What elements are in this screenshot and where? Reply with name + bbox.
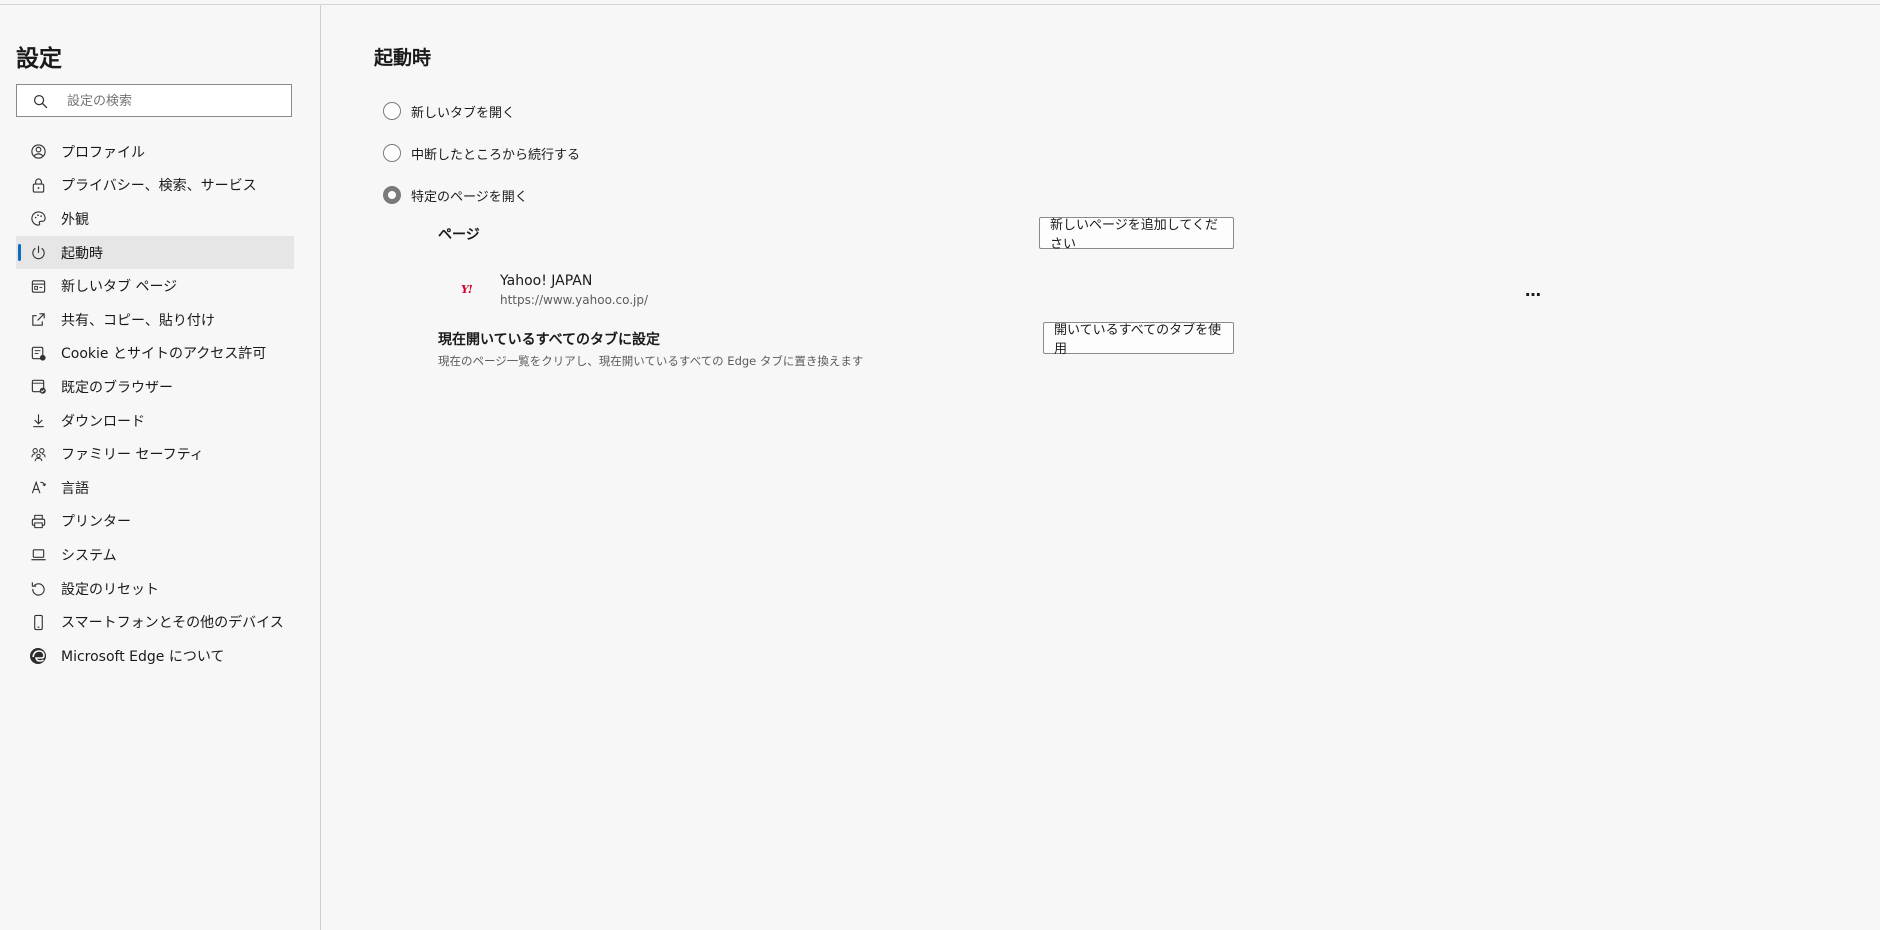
sidebar-item-cookies[interactable]: Cookie とサイトのアクセス許可	[16, 337, 294, 371]
sidebar-item-label: 共有、コピー、貼り付け	[61, 312, 215, 329]
new-tab-page-icon	[29, 277, 47, 295]
pages-section-label: ページ	[438, 227, 480, 243]
search-icon	[33, 94, 48, 109]
reset-icon	[29, 580, 47, 598]
page-name: Yahoo! JAPAN	[500, 273, 593, 289]
lock-icon	[29, 176, 47, 194]
radio-button-checked[interactable]	[383, 186, 401, 204]
sidebar-item-label: Microsoft Edge について	[61, 648, 225, 665]
laptop-icon	[29, 546, 47, 564]
add-page-button[interactable]: 新しいページを追加してください	[1039, 217, 1234, 252]
sidebar-item-languages[interactable]: 言語	[16, 471, 294, 505]
sidebar-item-label: プロファイル	[61, 144, 145, 161]
page-list-item: Y! Yahoo! JAPAN https://www.yahoo.co.jp/…	[461, 265, 1551, 309]
sidebar-item-privacy[interactable]: プライバシー、検索、サービス	[16, 169, 294, 203]
page-url: https://www.yahoo.co.jp/	[500, 293, 649, 307]
palette-icon	[29, 210, 47, 228]
sidebar-item-reset-settings[interactable]: 設定のリセット	[16, 572, 294, 606]
sidebar-item-label: プライバシー、検索、サービス	[61, 178, 257, 195]
family-icon	[29, 445, 47, 463]
sidebar-item-profile[interactable]: プロファイル	[16, 135, 294, 169]
settings-main-panel: 起動時 新しいタブを開く 中断したところから続行する 特定のページを開く ページ…	[321, 5, 1880, 930]
sidebar-item-default-browser[interactable]: 既定のブラウザー	[16, 370, 294, 404]
sidebar-item-downloads[interactable]: ダウンロード	[16, 404, 294, 438]
cookie-permissions-icon	[29, 344, 47, 362]
settings-search-input[interactable]	[65, 88, 289, 114]
radio-label: 中断したところから続行する	[411, 147, 581, 163]
sidebar-item-printers[interactable]: プリンター	[16, 505, 294, 539]
language-icon	[29, 479, 47, 497]
sidebar-item-startup[interactable]: 起動時	[16, 235, 294, 270]
sidebar-item-family-safety[interactable]: ファミリー セーフティ	[16, 437, 294, 471]
radio-label: 新しいタブを開く	[411, 105, 516, 121]
sidebar-item-new-tab-page[interactable]: 新しいタブ ページ	[16, 269, 294, 303]
power-icon	[29, 244, 47, 262]
use-all-tabs-title: 現在開いているすべてのタブに設定	[438, 332, 661, 348]
settings-search-box[interactable]	[16, 84, 292, 117]
settings-sidebar: 設定 プロファイル プライバシー、検索、サービス 外観	[0, 5, 321, 930]
radio-button[interactable]	[383, 144, 401, 162]
sidebar-item-appearance[interactable]: 外観	[16, 202, 294, 236]
startup-option-continue[interactable]: 中断したところから続行する	[383, 141, 580, 165]
sidebar-item-system[interactable]: システム	[16, 538, 294, 572]
sidebar-item-label: プリンター	[61, 514, 131, 531]
sidebar-item-label: 外観	[61, 211, 89, 228]
sidebar-item-label: Cookie とサイトのアクセス許可	[61, 346, 267, 363]
default-browser-icon	[29, 378, 47, 396]
sidebar-item-label: 既定のブラウザー	[61, 379, 173, 396]
sidebar-item-label: 起動時	[61, 245, 103, 262]
yahoo-favicon-icon: Y!	[461, 283, 473, 296]
use-all-tabs-description: 現在のページ一覧をクリアし、現在開いているすべての Edge タブに置き換えます	[438, 354, 864, 368]
startup-option-new-tab[interactable]: 新しいタブを開く	[383, 99, 515, 123]
radio-label: 特定のページを開く	[411, 189, 528, 205]
printer-icon	[29, 512, 47, 530]
sidebar-item-label: 設定のリセット	[61, 581, 159, 598]
sidebar-item-share-copy-paste[interactable]: 共有、コピー、貼り付け	[16, 303, 294, 337]
startup-option-specific-pages[interactable]: 特定のページを開く	[383, 183, 528, 207]
settings-nav: プロファイル プライバシー、検索、サービス 外観 起動時 新しいタブ ページ 共…	[16, 135, 294, 673]
edge-logo-icon	[29, 647, 47, 665]
more-actions-button[interactable]: …	[1520, 280, 1546, 300]
use-all-open-tabs-button[interactable]: 開いているすべてのタブを使用	[1043, 322, 1234, 357]
sidebar-item-label: スマートフォンとその他のデバイス	[61, 615, 284, 632]
profile-icon	[29, 143, 47, 161]
radio-button[interactable]	[383, 102, 401, 120]
sidebar-item-about-edge[interactable]: Microsoft Edge について	[16, 639, 294, 673]
page-title: 起動時	[374, 47, 432, 69]
sidebar-item-label: 新しいタブ ページ	[61, 279, 178, 296]
sidebar-title: 設定	[16, 46, 62, 72]
sidebar-item-phone-devices[interactable]: スマートフォンとその他のデバイス	[16, 605, 294, 639]
sidebar-item-label: ダウンロード	[61, 413, 145, 430]
sidebar-item-label: 言語	[61, 480, 89, 497]
share-icon	[29, 311, 47, 329]
sidebar-item-label: ファミリー セーフティ	[61, 447, 204, 464]
sidebar-item-label: システム	[61, 547, 117, 564]
phone-icon	[29, 613, 47, 631]
download-icon	[29, 412, 47, 430]
